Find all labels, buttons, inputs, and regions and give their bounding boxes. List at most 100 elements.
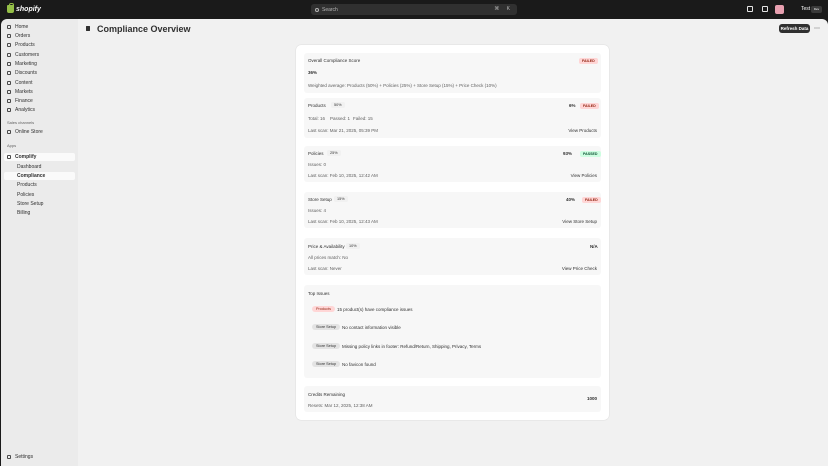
sidebar-item-settings[interactable]: Settings [4, 453, 75, 461]
sidebar-item-label: Marketing [15, 61, 37, 67]
status-badge: FAILED [579, 58, 598, 64]
overall-score: 36% [308, 70, 318, 75]
shopify-logo[interactable]: shopify [7, 3, 41, 13]
sidebar-item-label: Markets [15, 89, 33, 95]
compliance-panel: Overall Compliance Score FAILED 36% Weig… [296, 45, 609, 420]
sidebar-item-label: Complify [15, 154, 37, 160]
orders-icon [7, 34, 11, 38]
sidebar-item-label: Orders [15, 33, 31, 39]
discount-icon [7, 71, 11, 75]
last-scan: Last scan: Feb 10, 2025, 12:42 AM [308, 173, 378, 178]
sidebar-item-marketing[interactable]: Marketing [4, 60, 75, 68]
products-failed: Failed: 15 [353, 116, 373, 121]
avatar[interactable] [775, 5, 784, 14]
page-title: Compliance Overview [97, 24, 191, 34]
sidekick-icon[interactable] [747, 6, 753, 12]
issue-text: Missing policy links in footer: Refund/R… [342, 344, 482, 349]
store-setup-issues: Issues: 4 [308, 208, 327, 213]
sidebar-item-label: Settings [15, 454, 34, 460]
credits-resets: Resets: Mar 12, 2025, 12:38 AM [308, 403, 373, 408]
weighted-average: Weighted average: Products (50%) + Polic… [308, 83, 497, 88]
shopify-bag-icon [7, 3, 14, 13]
products-title: Products [308, 103, 326, 108]
category-badge: Products [312, 306, 335, 312]
credits-card: Credits Remaining 1000 Resets: Mar 12, 2… [304, 386, 601, 412]
store-setup-card: Store Setup 15% 40% FAILED Issues: 4 Las… [304, 192, 601, 228]
search-placeholder: Search [322, 6, 338, 13]
products-card: Products 50% 6% FAILED Total: 16 Passed:… [304, 98, 601, 138]
sidebar-item-products[interactable]: Products [4, 41, 75, 49]
view-store-setup-link[interactable]: View Store Setup [562, 219, 597, 224]
products-score: 6% [569, 103, 576, 108]
sidebar-subitem-store-setup[interactable]: Store Setup [4, 200, 75, 208]
app-page-icon [86, 26, 90, 31]
sidebar-item-label: Customers [15, 52, 40, 58]
policies-card: Policies 25% 93% PASSED Issues: 0 Last s… [304, 146, 601, 182]
sidebar-item-complify[interactable]: Complify [4, 153, 75, 161]
view-price-check-link[interactable]: View Price Check [562, 266, 597, 271]
policies-title: Policies [308, 151, 324, 156]
credits-value: 1000 [587, 396, 598, 401]
top-issues-card: Top Issues Products 15 product(s) have c… [304, 285, 601, 378]
bell-icon[interactable] [762, 6, 768, 12]
chart-icon [7, 108, 11, 112]
sidebar-item-label: Finance [15, 98, 33, 104]
sidebar-item-orders[interactable]: Orders [4, 32, 75, 40]
products-total: Total: 16 [308, 116, 326, 121]
sidebar-subitem-dashboard[interactable]: Dashboard [4, 163, 75, 171]
store-name[interactable]: Test [801, 6, 810, 12]
store-badge[interactable]: Dev [811, 6, 822, 13]
search-input[interactable]: Search ⌘ K [311, 4, 517, 15]
gear-icon [7, 455, 11, 459]
sidebar-item-label: Analytics [15, 107, 36, 113]
sidebar-item-label: Home [15, 24, 29, 30]
store-setup-score: 40% [566, 197, 576, 202]
sales-channels-heading[interactable]: Sales channels [7, 120, 34, 125]
weight-badge: 15% [334, 196, 348, 202]
logo-text: shopify [16, 5, 41, 13]
price-match: All prices match: No [308, 255, 349, 260]
sidebar-item-label: Content [15, 80, 33, 86]
weight-badge: 25% [327, 150, 341, 156]
credits-title: Credits Remaining [308, 392, 346, 397]
tag-icon [7, 43, 11, 47]
view-policies-link[interactable]: View Policies [571, 173, 597, 178]
main-content: Compliance Overview Refresh Data ⋯ Overa… [78, 19, 828, 466]
issue-text: No favicon found [342, 362, 376, 367]
sidebar-item-finance[interactable]: Finance [4, 97, 75, 105]
sidebar-subitem-billing[interactable]: Billing [4, 209, 75, 217]
top-issues-title: Top Issues [308, 291, 330, 296]
last-scan: Last scan: Never [308, 266, 342, 271]
search-shortcut: ⌘ K [494, 6, 513, 12]
last-scan: Last scan: Mar 21, 2025, 05:39 PM [308, 128, 379, 133]
sidebar-item-label: Products [15, 42, 35, 48]
policies-issues: Issues: 0 [308, 162, 327, 167]
store-setup-title: Store Setup [308, 197, 332, 202]
sidebar-item-online-store[interactable]: Online Store [4, 128, 75, 136]
sidebar-item-content[interactable]: Content [4, 79, 75, 87]
sidebar-subitem-products[interactable]: Products [4, 181, 75, 189]
home-icon [7, 25, 11, 29]
sidebar-subitem-compliance[interactable]: Compliance [4, 172, 75, 180]
overall-score-card: Overall Compliance Score FAILED 36% Weig… [304, 53, 601, 93]
price-title: Price & Availability [308, 244, 345, 249]
more-actions-button[interactable]: ⋯ [814, 25, 820, 32]
bank-icon [7, 99, 11, 103]
sidebar-subitem-policies[interactable]: Policies [4, 191, 75, 199]
sidebar-item-customers[interactable]: Customers [4, 51, 75, 59]
refresh-data-button[interactable]: Refresh Data [779, 24, 810, 33]
sidebar-item-discounts[interactable]: Discounts [4, 69, 75, 77]
content-icon [7, 81, 11, 85]
category-badge: Store Setup [312, 324, 341, 330]
category-badge: Store Setup [312, 343, 341, 349]
sidebar-item-analytics[interactable]: Analytics [4, 106, 75, 114]
products-passed: Passed: 1 [330, 116, 351, 121]
sidebar-item-home[interactable]: Home [4, 23, 75, 31]
sidebar-item-label: Discounts [15, 70, 37, 76]
sidebar-item-markets[interactable]: Markets [4, 88, 75, 96]
status-badge: PASSED [580, 151, 601, 157]
category-badge: Store Setup [312, 361, 341, 367]
apps-heading[interactable]: Apps [7, 143, 16, 148]
view-products-link[interactable]: View Products [568, 128, 597, 133]
target-icon [7, 62, 11, 66]
